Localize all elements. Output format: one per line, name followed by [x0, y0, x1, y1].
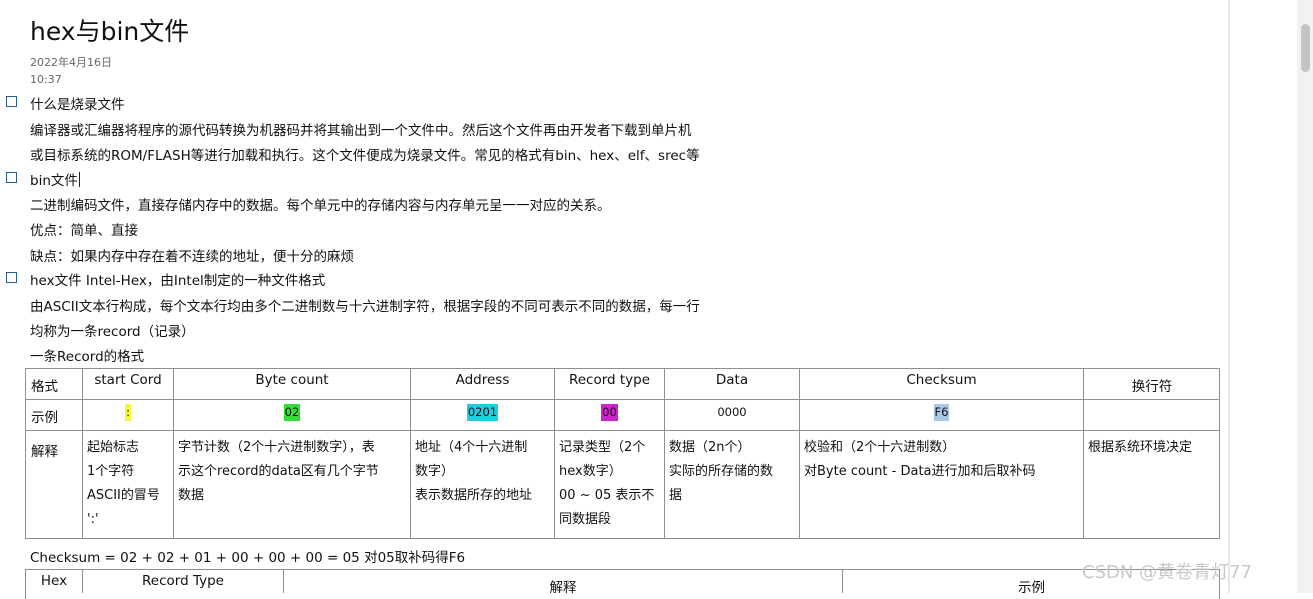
- explain-cell-data: 数据（2n个） 实际的所存储的数 据: [669, 436, 773, 508]
- explain-line: hex数字）: [559, 464, 622, 479]
- explain-line: 校验和（2个十六进制数）: [804, 440, 956, 455]
- table-col-divider: [173, 368, 174, 539]
- explain-line: 记录类型（2个: [559, 440, 646, 455]
- example-address: 0201: [411, 404, 554, 421]
- explain-line: 1个字符: [87, 464, 135, 479]
- checkbox-icon[interactable]: [6, 96, 17, 107]
- page-title: hex与bin文件: [30, 17, 190, 46]
- example-data: 0000: [665, 404, 799, 421]
- table-header-cell: start Cord: [94, 372, 162, 388]
- explain-line: 根据系统环境决定: [1088, 440, 1193, 455]
- csdn-watermark: CSDN @黄卷青灯77: [1082, 562, 1252, 583]
- explain-line: 数据（2n个）: [669, 440, 751, 455]
- table-header-cell: Address: [455, 372, 510, 388]
- scrollbar-thumb[interactable]: [1301, 24, 1310, 72]
- explain-line: ASCII的冒号: [87, 488, 160, 503]
- explain-line: 对Byte count - Data进行加和后取补码: [804, 464, 1036, 479]
- section-heading-burn-file: 什么是烧录文件: [30, 97, 125, 113]
- table-header-cell: Data: [715, 372, 749, 388]
- table-header-cell: 换行符: [1131, 379, 1173, 395]
- table-header-cell: Record type: [568, 372, 651, 388]
- example-record-type: 00: [555, 404, 664, 421]
- explain-line: 同数据段: [559, 512, 612, 527]
- explain-row-label: 解释: [31, 444, 58, 460]
- note-page: hex与bin文件 2022年4月16日 10:37 什么是烧录文件 编译器或汇…: [0, 0, 1313, 599]
- table-row-divider: [25, 399, 1220, 400]
- explain-line: 数字）: [415, 464, 455, 479]
- explain-line: ':': [87, 512, 99, 527]
- paragraph-line: 优点：简单、直接: [30, 223, 138, 239]
- highlighted-value: 00: [601, 404, 618, 421]
- explain-line: 数据: [178, 488, 205, 503]
- table-col-divider: [554, 368, 555, 539]
- paragraph-line: 二进制编码文件，直接存储内存中的数据。每个单元中的存储内容与内存单元呈一一对应的…: [30, 198, 611, 214]
- explain-cell-newline: 根据系统环境决定: [1088, 436, 1192, 460]
- section-heading-bin-file: bin文件: [30, 172, 80, 189]
- explain-line: 表示数据所存的地址: [415, 488, 533, 503]
- explain-line: 起始标志: [87, 440, 140, 455]
- table-col-divider: [664, 368, 665, 539]
- highlighted-value: 02: [283, 404, 301, 421]
- table-header-cell: Hex: [40, 573, 68, 589]
- table-header-cell: Record Type: [142, 573, 224, 589]
- explain-line: 00 ~ 05 表示不: [559, 488, 655, 503]
- explain-line: 据: [669, 488, 683, 503]
- table-header-cell: 解释: [549, 580, 577, 596]
- section-heading-hex-file: hex文件 Intel-Hex，由Intel制定的一种文件格式: [30, 273, 326, 289]
- note-time: 10:37: [30, 73, 62, 86]
- note-date: 2022年4月16日: [30, 56, 112, 69]
- plain-value: 0000: [717, 405, 747, 419]
- table-header-cell: Checksum: [906, 372, 977, 388]
- explain-cell-record-type: 记录类型（2个 hex数字） 00 ~ 05 表示不 同数据段: [559, 436, 654, 532]
- paragraph-line: 缺点：如果内存中存在着不连续的地址，便十分的麻烦: [30, 249, 354, 265]
- highlighted-value: 0201: [466, 404, 499, 421]
- highlighted-value: :: [125, 404, 131, 421]
- checkbox-icon[interactable]: [6, 272, 17, 283]
- highlighted-value: F6: [933, 404, 950, 421]
- paragraph-line: 或目标系统的ROM/FLASH等进行加载和执行。这个文件便成为烧录文件。常见的格…: [30, 148, 700, 164]
- table-header-cell: Byte count: [255, 372, 329, 388]
- explain-line: 地址（4个十六进制: [415, 440, 528, 455]
- text-caret: [78, 172, 80, 187]
- explain-line: 示这个record的data区有几个字节: [178, 464, 379, 479]
- page-right-border: [1228, 0, 1230, 593]
- table-col-divider: [82, 368, 83, 539]
- explain-line: 实际的所存储的数: [669, 464, 774, 479]
- example-checksum: F6: [800, 404, 1083, 421]
- paragraph-line: 一条Record的格式: [30, 349, 145, 365]
- explain-cell-byte-count: 字节计数（2个十六进制数字），表 示这个record的data区有几个字节 数据: [178, 436, 379, 508]
- checkbox-icon[interactable]: [6, 172, 17, 183]
- example-start-code: :: [83, 404, 173, 421]
- table-row-divider: [25, 430, 1220, 431]
- example-byte-count: 02: [174, 404, 410, 421]
- checksum-formula: Checksum = 02 + 02 + 01 + 00 + 00 + 00 =…: [30, 550, 466, 566]
- table-col-divider: [410, 368, 411, 539]
- paragraph-line: 由ASCII文本行构成，每个文本行均由多个二进制数与十六进制字符，根据字段的不同…: [30, 299, 700, 315]
- explain-cell-start-code: 起始标志 1个字符 ASCII的冒号 ':': [87, 436, 160, 532]
- explain-cell-address: 地址（4个十六进制 数字） 表示数据所存的地址: [415, 436, 532, 508]
- example-row-label: 示例: [31, 410, 58, 426]
- table-col-divider: [799, 368, 800, 539]
- vertical-scrollbar[interactable]: [1297, 0, 1313, 593]
- paragraph-line: 均称为一条record（记录）: [30, 324, 195, 340]
- paragraph-line: 编译器或汇编器将程序的源代码转换为机器码并将其输出到一个文件中。然后这个文件再由…: [30, 123, 692, 139]
- explain-line: 字节计数（2个十六进制数字），表: [178, 440, 375, 455]
- explain-cell-checksum: 校验和（2个十六进制数） 对Byte count - Data进行加和后取补码: [804, 436, 1036, 484]
- table-header-cell: 格式: [31, 379, 58, 395]
